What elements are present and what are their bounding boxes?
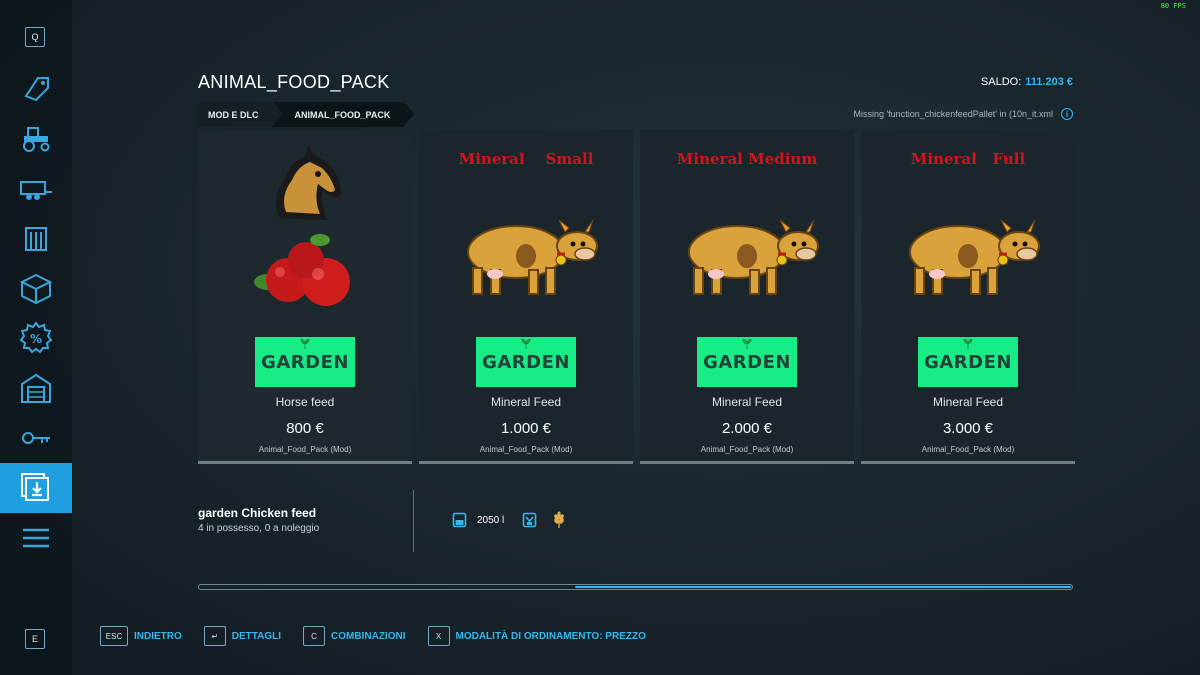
info-icon[interactable]: i [1061, 108, 1073, 120]
leaf-icon [742, 339, 752, 349]
trailer-icon [20, 181, 52, 200]
balance: SALDO: 111.203 € [981, 76, 1073, 88]
item-price: 800 € [286, 420, 324, 437]
cow-icon [467, 219, 598, 295]
garden-logo-text: GARDEN [703, 351, 791, 373]
page-title: ANIMAL_FOOD_PACK [198, 72, 390, 92]
silo-icon [25, 227, 47, 251]
back-button[interactable]: ESC INDIETRO [100, 626, 182, 646]
store-item-card[interactable]: Mineral Small GARDEN Mineral Feed 1.000 … [419, 130, 633, 464]
breadcrumb-item-pack[interactable]: ANIMAL_FOOD_PACK [272, 102, 415, 127]
selected-item-ownership: 4 in possesso, 0 a noleggio [198, 523, 320, 534]
box-icon [19, 273, 53, 305]
item-name: Mineral Feed [490, 395, 562, 409]
leaf-icon [521, 339, 531, 349]
item-source: Animal_Food_Pack (Mod) [258, 445, 352, 454]
combinations-label: COMBINAZIONI [331, 630, 406, 642]
details-button[interactable]: ↵ DETTAGLI [203, 626, 282, 646]
garden-logo-text: GARDEN [482, 351, 570, 373]
item-price: 3.000 € [942, 420, 994, 437]
sidebar-item-objects[interactable] [0, 263, 72, 313]
leaf-icon [963, 339, 973, 349]
back-key: ESC [100, 626, 128, 646]
capacity-value: 2050 l [477, 514, 505, 526]
sidebar-item-menu[interactable] [0, 513, 72, 563]
key-icon [22, 432, 50, 444]
store-item-card[interactable]: Mineral Medium GARDEN Mineral Feed 2.000… [640, 130, 854, 464]
card-title: Mineral Medium [676, 150, 818, 168]
warning-text: Missing 'function_chickenfeedPallet' in … [853, 109, 1053, 119]
sidebar-item-garage[interactable] [0, 363, 72, 413]
item-source: Animal_Food_Pack (Mod) [700, 445, 794, 454]
sidebar-item-mods[interactable] [0, 463, 72, 513]
combinations-button[interactable]: C COMBINAZIONI [303, 626, 406, 646]
horizontal-scrollbar[interactable] [198, 584, 1073, 590]
wheat-icon [554, 511, 564, 528]
sidebar-item-trailers[interactable] [0, 163, 72, 213]
balance-value: 111.203 € [1025, 76, 1073, 88]
sidebar-item-silos[interactable] [0, 213, 72, 263]
sort-mode-button[interactable]: X MODALITÀ DI ORDINAMENTO: PREZZO [427, 626, 646, 646]
apples-icon [254, 234, 350, 306]
garden-logo: GARDEN [918, 337, 1018, 387]
capacity-icon [452, 512, 467, 528]
item-name: Horse feed [275, 395, 335, 409]
garden-logo-text: GARDEN [261, 351, 349, 373]
garden-logo: GARDEN [255, 337, 355, 387]
cow-icon [688, 219, 819, 295]
garden-logo-text: GARDEN [924, 351, 1012, 373]
breadcrumb-item-mods[interactable]: MOD E DLC [198, 102, 282, 127]
footer-actions: ESC INDIETRO ↵ DETTAGLI C COMBINAZIONI X… [100, 626, 668, 646]
store-item-card[interactable]: GARDEN Horse feed 800 € Animal_Food_Pack… [198, 130, 412, 464]
cow-icon [909, 219, 1040, 295]
sidebar-item-sale-offers[interactable]: % [0, 313, 72, 363]
back-label: INDIETRO [134, 630, 182, 642]
card-title: Mineral Small [458, 150, 594, 168]
capacity-stat: 2050 l [452, 512, 504, 528]
sidebar-next-key[interactable]: E [25, 629, 45, 649]
sidebar: Q % E [0, 0, 72, 675]
details-label: DETTAGLI [231, 630, 282, 642]
item-name: Mineral Feed [711, 395, 783, 409]
missing-text-warning: Missing 'function_chickenfeedPallet' in … [853, 108, 1073, 120]
fps-counter: 80 FPS [1160, 2, 1186, 10]
breadcrumb: MOD E DLC ANIMAL_FOOD_PACK [198, 102, 415, 127]
item-source: Animal_Food_Pack (Mod) [479, 445, 573, 454]
sort-key: X [427, 626, 450, 646]
item-source: Animal_Food_Pack (Mod) [921, 445, 1015, 454]
download-mods-icon [21, 473, 49, 501]
card-title: Mineral Full [910, 150, 1026, 168]
sidebar-prev-key[interactable]: Q [25, 27, 45, 47]
garage-icon [21, 373, 51, 403]
leaf-icon [300, 339, 310, 349]
sidebar-item-tractors[interactable] [0, 113, 72, 163]
item-price: 1.000 € [500, 420, 552, 437]
sidebar-item-leasing[interactable] [0, 413, 72, 463]
menu-icon [23, 528, 49, 548]
svg-text:%: % [30, 332, 42, 346]
enter-key: ↵ [203, 626, 226, 646]
sidebar-item-sales[interactable] [0, 63, 72, 113]
garden-logo: GARDEN [476, 337, 576, 387]
combinations-key: C [303, 626, 326, 646]
detail-divider [413, 490, 414, 552]
percent-badge-icon: % [19, 321, 53, 354]
scrollbar-thumb[interactable] [575, 586, 1071, 588]
tractor-icon [23, 127, 50, 152]
sort-label: MODALITÀ DI ORDINAMENTO: PREZZO [455, 630, 646, 642]
store-item-card[interactable]: Mineral Full GARDEN Mineral Feed 3.000 € [861, 130, 1075, 464]
item-price: 2.000 € [721, 420, 773, 437]
selected-item-name: garden Chicken feed [198, 506, 317, 520]
balance-label: SALDO: [980, 76, 1022, 88]
horse-head-icon [276, 146, 342, 220]
price-tag-icon [24, 77, 49, 102]
item-name: Mineral Feed [932, 395, 1004, 409]
garden-logo: GARDEN [697, 337, 797, 387]
fill-type-icon [522, 512, 537, 528]
store-item-list: GARDEN Horse feed 800 € Animal_Food_Pack… [198, 130, 1075, 464]
